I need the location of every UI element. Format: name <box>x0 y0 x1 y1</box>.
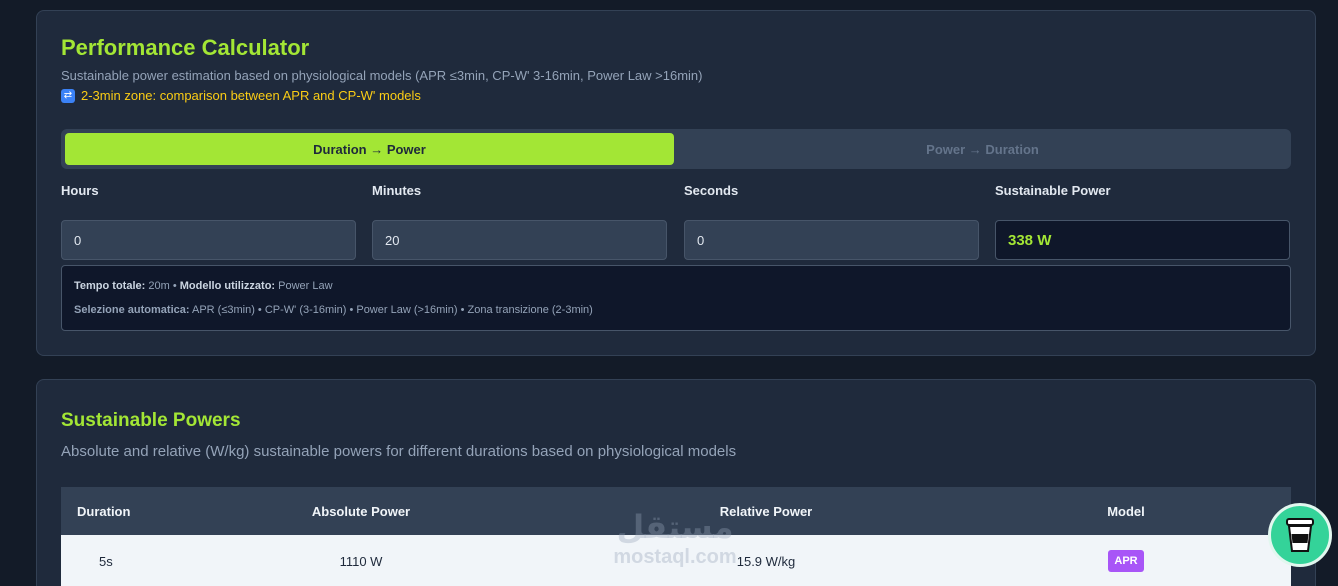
seconds-field: Seconds 0 <box>684 183 979 260</box>
seconds-input[interactable]: 0 <box>684 220 979 260</box>
cell-absolute-power: 1110 W <box>339 553 383 569</box>
column-header-duration: Duration <box>77 503 131 519</box>
seconds-label: Seconds <box>684 183 739 198</box>
info-separator: • <box>172 280 177 292</box>
column-header-model: Model <box>1107 503 1145 519</box>
transition-zone-notice: ⇄ 2-3min zone: comparison between APR an… <box>61 88 421 103</box>
calculation-info: Tempo totale: 20m • Modello utilizzato: … <box>61 265 1291 331</box>
minutes-input[interactable]: 20 <box>372 220 667 260</box>
power-field: Sustainable Power 338 W <box>995 183 1290 260</box>
column-header-relative: Relative Power <box>719 503 813 519</box>
notice-text: 2-3min zone: comparison between APR and … <box>81 88 421 103</box>
table-header: Duration Absolute Power Relative Power M… <box>61 487 1291 535</box>
auto-selection-label: Selezione automatica: <box>74 304 190 316</box>
cell-duration: 5s <box>99 553 113 569</box>
page-title: Performance Calculator <box>61 35 310 60</box>
info-line-auto: Selezione automatica: APR (≤3min) • CP-W… <box>74 304 1278 328</box>
column-header-absolute: Absolute Power <box>311 503 411 519</box>
info-line-summary: Tempo totale: 20m • Modello utilizzato: … <box>74 280 1278 304</box>
calculator-card: Performance Calculator Sustainable power… <box>36 10 1316 356</box>
tab-power-to-duration[interactable]: Power → Duration <box>678 133 1287 165</box>
cell-relative-power: 15.9 W/kg <box>736 553 796 569</box>
mode-toggle: Duration → Power Power → Duration <box>61 129 1291 169</box>
table-row: 5s 1110 W 15.9 W/kg APR <box>61 535 1291 586</box>
power-label: Sustainable Power <box>995 183 1111 198</box>
buy-coffee-button[interactable] <box>1268 503 1332 567</box>
total-time-value: 20m <box>148 280 170 292</box>
auto-selection-value: APR (≤3min) • CP-W' (3-16min) • Power La… <box>192 304 593 316</box>
sustainable-powers-card: Sustainable Powers Absolute and relative… <box>36 379 1316 586</box>
tab-duration-to-power[interactable]: Duration → Power <box>65 133 674 165</box>
section-title: Sustainable Powers <box>61 410 241 431</box>
section-subtitle: Absolute and relative (W/kg) sustainable… <box>61 443 737 460</box>
hours-field: Hours 0 <box>61 183 356 260</box>
hours-input[interactable]: 0 <box>61 220 356 260</box>
model-badge: APR <box>1108 550 1144 572</box>
calculator-subtitle: Sustainable power estimation based on ph… <box>61 68 703 83</box>
model-label: Modello utilizzato: <box>179 280 276 292</box>
cell-model: APR <box>961 550 1291 572</box>
total-time-label: Tempo totale: <box>74 280 146 292</box>
powers-table: Duration Absolute Power Relative Power M… <box>61 487 1291 586</box>
minutes-field: Minutes 20 <box>372 183 667 260</box>
shuffle-icon: ⇄ <box>61 88 75 103</box>
coffee-cup-icon <box>1286 518 1314 552</box>
model-value: Power Law <box>278 280 333 292</box>
hours-label: Hours <box>61 183 99 198</box>
power-output: 338 W <box>995 220 1290 260</box>
minutes-label: Minutes <box>372 183 422 198</box>
